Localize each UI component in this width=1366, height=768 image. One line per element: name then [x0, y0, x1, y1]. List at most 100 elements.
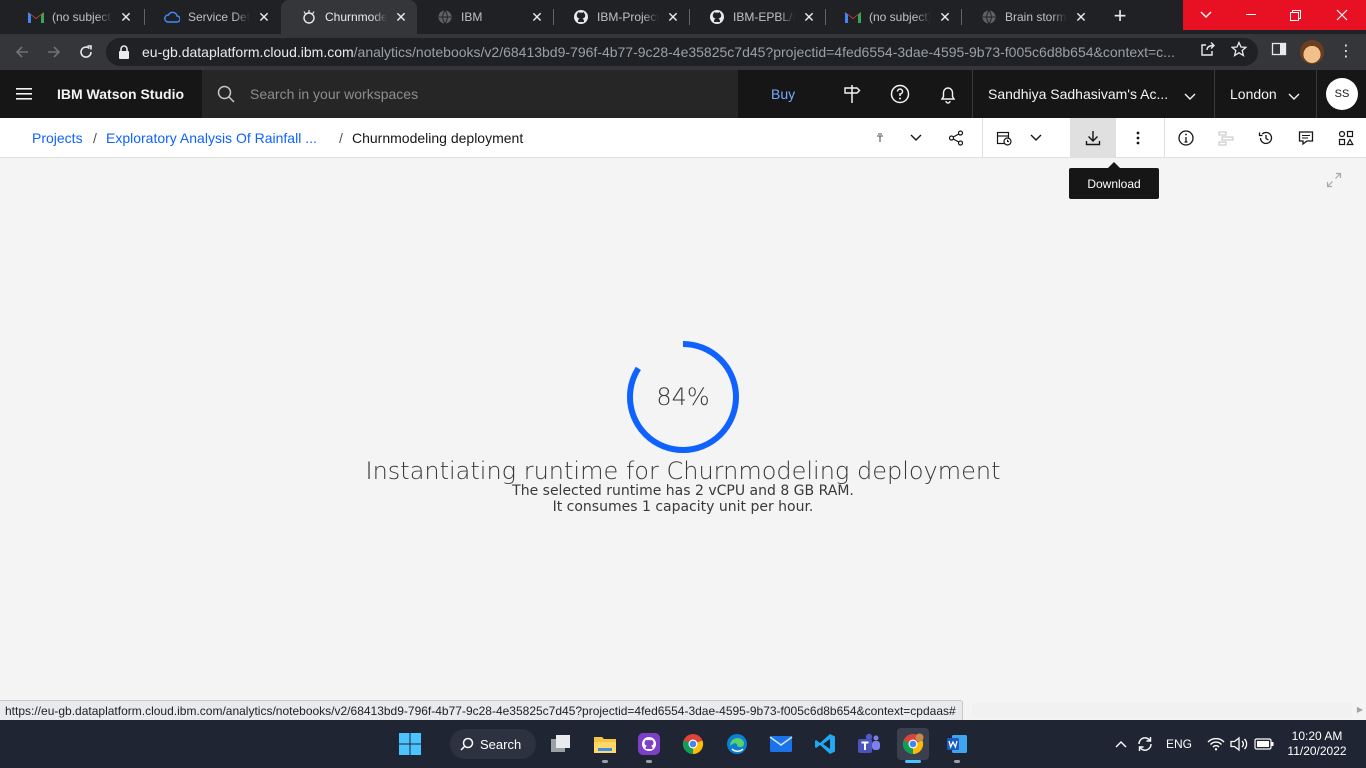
- side-panel-icon[interactable]: [1270, 40, 1288, 58]
- version-history-icon[interactable]: [1246, 118, 1286, 158]
- product-name[interactable]: IBM Watson Studio: [57, 86, 184, 102]
- sync-icon[interactable]: [1135, 734, 1155, 754]
- expand-fullscreen-icon[interactable]: [1326, 172, 1342, 188]
- wifi-icon[interactable]: [1206, 734, 1226, 754]
- forward-arrow-icon[interactable]: [42, 40, 66, 64]
- url-text: eu-gb.dataplatform.cloud.ibm.com/analyti…: [142, 44, 1192, 60]
- cloud-icon: [164, 9, 180, 25]
- tab-close-icon[interactable]: ✕: [801, 9, 817, 25]
- download-tooltip: Download: [1069, 162, 1159, 199]
- breadcrumb-project-link[interactable]: Exploratory Analysis Of Rainfall ...: [106, 130, 317, 146]
- windows-taskbar: Search ENG 10:20 AM 11/20/2022: [0, 720, 1366, 768]
- tab-close-icon[interactable]: ✕: [665, 9, 681, 25]
- chrome-profile-icon[interactable]: [897, 728, 929, 763]
- overflow-menu-icon[interactable]: [1118, 118, 1158, 158]
- system-clock[interactable]: 10:20 AM 11/20/2022: [1282, 729, 1352, 759]
- windows-start-icon[interactable]: [394, 728, 426, 760]
- help-icon[interactable]: [888, 82, 912, 106]
- status-url: https://eu-gb.dataplatform.cloud.ibm.com…: [0, 700, 963, 720]
- browser-tab[interactable]: IBM-Project-2 ✕: [553, 0, 689, 34]
- data-assets-icon[interactable]: [1326, 118, 1366, 158]
- edge-icon[interactable]: [721, 728, 753, 760]
- runtime-spec: The selected runtime has 2 vCPU and 8 GB…: [512, 483, 854, 499]
- chevron-down-icon[interactable]: [896, 118, 936, 158]
- code-snippets-icon[interactable]: [1206, 118, 1246, 158]
- tab-search-icon[interactable]: [1183, 0, 1228, 30]
- back-arrow-icon[interactable]: [10, 40, 34, 64]
- notification-bell-icon[interactable]: [936, 82, 960, 106]
- word-icon[interactable]: [941, 728, 973, 763]
- browser-tab-active[interactable]: Churnmodeling ✕: [281, 0, 417, 34]
- horizontal-scrollbar[interactable]: [972, 703, 1352, 717]
- gmail-icon: [845, 9, 861, 25]
- menu-hamburger-icon[interactable]: [0, 70, 48, 118]
- taskbar-search[interactable]: Search: [450, 729, 536, 759]
- bookmark-star-icon[interactable]: [1230, 40, 1248, 58]
- download-button[interactable]: [1070, 118, 1116, 158]
- mail-icon[interactable]: [765, 728, 797, 760]
- file-explorer-icon[interactable]: [589, 728, 621, 763]
- browser-tab[interactable]: Service Details ✕: [144, 0, 280, 34]
- tab-close-icon[interactable]: ✕: [256, 9, 272, 25]
- browser-tab[interactable]: IBM ✕: [417, 0, 553, 34]
- scroll-right-icon[interactable]: ▶: [1354, 703, 1366, 717]
- account-switcher[interactable]: Sandhiya Sadhasivam's Ac...: [988, 86, 1208, 102]
- browser-tab[interactable]: (no subject) - ✕: [8, 0, 142, 34]
- share-icon[interactable]: [936, 118, 976, 158]
- url-host: eu-gb.dataplatform.cloud.ibm.com: [142, 44, 354, 60]
- running-indicator: [954, 760, 960, 763]
- header-divider: [972, 70, 973, 118]
- breadcrumb-projects-link[interactable]: Projects: [32, 130, 83, 146]
- minimize-icon[interactable]: [1228, 0, 1273, 30]
- clock-date: 11/20/2022: [1287, 744, 1347, 758]
- runtime-info: The selected runtime has 2 vCPU and 8 GB…: [283, 483, 1083, 515]
- tab-close-icon[interactable]: ✕: [1073, 9, 1089, 25]
- buy-link[interactable]: Buy: [771, 86, 795, 102]
- address-bar: eu-gb.dataplatform.cloud.ibm.com/analyti…: [0, 34, 1366, 70]
- new-tab-icon[interactable]: +: [1108, 5, 1132, 29]
- chrome-icon[interactable]: [677, 728, 709, 760]
- battery-icon[interactable]: [1253, 734, 1275, 754]
- browser-menu-icon[interactable]: ⋮: [1336, 42, 1356, 62]
- tab-close-icon[interactable]: ✕: [118, 9, 134, 25]
- browser-tab[interactable]: Brain storming ✕: [961, 0, 1097, 34]
- chevron-down-icon: [1184, 88, 1196, 104]
- profile-avatar-icon[interactable]: [1300, 40, 1324, 64]
- browser-tab[interactable]: (no subject) - ✕: [825, 0, 961, 34]
- region-switcher[interactable]: London: [1230, 86, 1310, 102]
- loading-title: Instantiating runtime for Churnmodeling …: [365, 457, 1001, 485]
- watson-icon: [301, 9, 317, 25]
- tab-close-icon[interactable]: ✕: [393, 9, 409, 25]
- account-label: Sandhiya Sadhasivam's Ac...: [988, 86, 1169, 102]
- task-view-icon[interactable]: [545, 728, 577, 760]
- globe-icon: [437, 9, 453, 25]
- signpost-icon[interactable]: [840, 82, 864, 106]
- search-input[interactable]: [250, 86, 710, 102]
- volume-icon[interactable]: [1229, 734, 1249, 754]
- taskbar-search-label: Search: [480, 736, 522, 752]
- kernel-status-icon[interactable]: [868, 118, 892, 158]
- language-indicator[interactable]: ENG: [1162, 734, 1196, 754]
- vscode-icon[interactable]: [809, 728, 841, 760]
- teams-icon[interactable]: [853, 728, 885, 760]
- chevron-down-icon: [1288, 88, 1300, 104]
- browser-tab[interactable]: IBM-EPBL/IBM ✕: [689, 0, 825, 34]
- close-window-icon[interactable]: [1318, 0, 1366, 30]
- share-icon[interactable]: [1199, 40, 1217, 58]
- restore-icon[interactable]: [1273, 0, 1318, 30]
- tab-title: IBM: [461, 10, 483, 24]
- chevron-down-icon[interactable]: [1016, 118, 1056, 158]
- github-desktop-icon[interactable]: [633, 728, 665, 763]
- reload-icon[interactable]: [74, 40, 98, 64]
- toolbar-divider: [982, 118, 983, 158]
- tab-close-icon[interactable]: ✕: [937, 9, 953, 25]
- region-label: London: [1230, 86, 1277, 102]
- url-field[interactable]: eu-gb.dataplatform.cloud.ibm.com/analyti…: [106, 38, 1258, 66]
- tab-close-icon[interactable]: ✕: [529, 9, 545, 25]
- chevron-up-icon[interactable]: [1112, 734, 1130, 754]
- user-avatar[interactable]: SS: [1326, 78, 1358, 110]
- comments-icon[interactable]: [1286, 118, 1326, 158]
- tab-title: Brain storming: [1005, 10, 1067, 24]
- clock-time: 10:20 AM: [1291, 729, 1343, 743]
- info-icon[interactable]: [1166, 118, 1206, 158]
